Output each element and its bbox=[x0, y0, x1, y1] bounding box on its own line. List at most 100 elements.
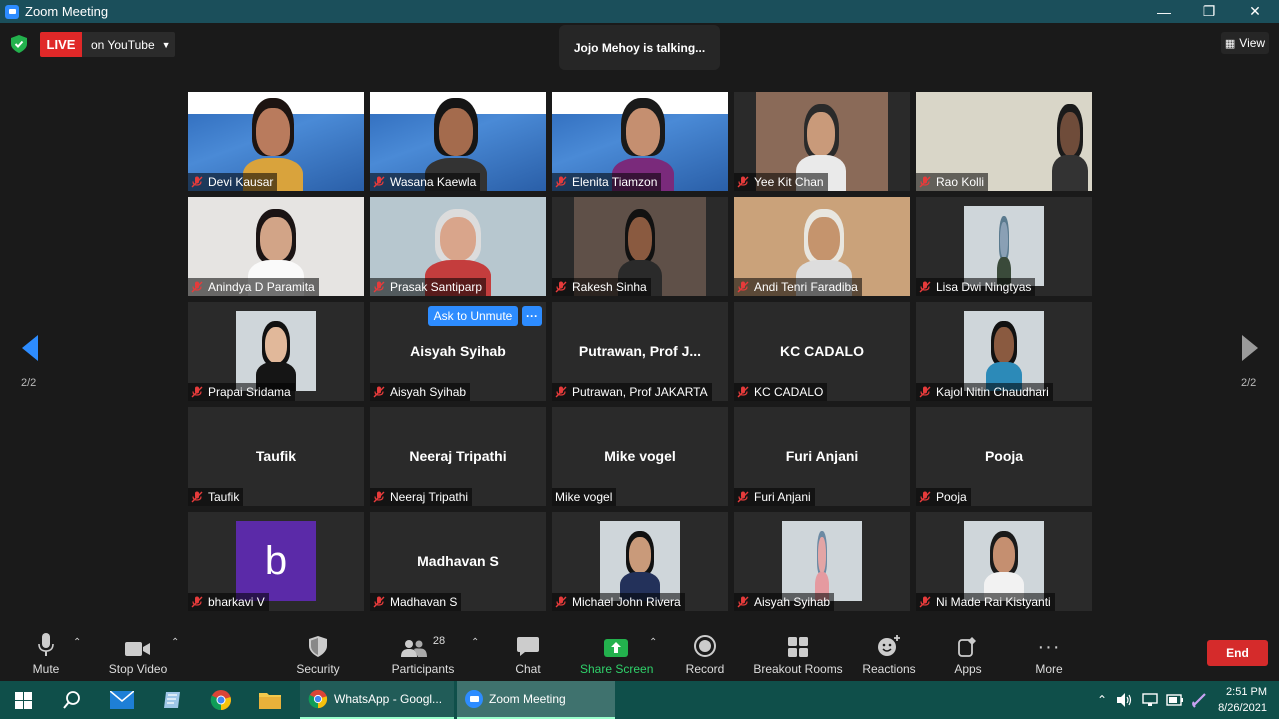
close-button[interactable]: ✕ bbox=[1232, 0, 1278, 23]
microphone-icon bbox=[38, 633, 54, 656]
file-explorer-icon[interactable] bbox=[246, 681, 294, 719]
share-options-chevron-icon[interactable]: ⌃ bbox=[649, 637, 657, 648]
window-titlebar: Zoom Meeting — ❐ ✕ bbox=[0, 0, 1279, 23]
maximize-button[interactable]: ❐ bbox=[1186, 0, 1232, 23]
avatar: b bbox=[236, 521, 316, 601]
participant-tile[interactable]: Lisa Dwi Ningtyas bbox=[916, 197, 1092, 296]
end-meeting-button[interactable]: End bbox=[1207, 640, 1268, 666]
participant-tile[interactable]: Kajol Nitin Chaudhari bbox=[916, 302, 1092, 401]
participants-button[interactable]: 28 Participants bbox=[390, 627, 456, 681]
participant-tile[interactable]: Prasak Santiparp bbox=[370, 197, 546, 296]
participant-tile[interactable]: Pooja Pooja bbox=[916, 407, 1092, 506]
participant-tile[interactable]: b bharkavi V bbox=[188, 512, 364, 611]
more-button[interactable]: ··· More bbox=[1030, 627, 1068, 681]
muted-microphone-icon bbox=[191, 596, 203, 608]
participant-name-label: Wasana Kaewla bbox=[370, 173, 481, 191]
participant-name: Rakesh Sinha bbox=[572, 280, 647, 294]
security-button[interactable]: Security bbox=[292, 627, 344, 681]
participant-name-label: Prasak Santiparp bbox=[370, 278, 487, 296]
mail-app-icon[interactable] bbox=[98, 681, 146, 719]
show-hidden-icons-chevron-icon[interactable]: ⌃ bbox=[1093, 681, 1111, 719]
battery-icon[interactable] bbox=[1164, 681, 1186, 719]
record-button[interactable]: Record bbox=[684, 627, 726, 681]
muted-microphone-icon bbox=[919, 596, 931, 608]
reactions-button[interactable]: Reactions bbox=[861, 627, 917, 681]
participant-tile[interactable]: Rao Kolli bbox=[916, 92, 1092, 191]
record-icon bbox=[694, 635, 716, 657]
encryption-shield-icon[interactable] bbox=[11, 35, 27, 53]
apps-button[interactable]: Apps bbox=[950, 627, 986, 681]
more-label: More bbox=[1035, 662, 1063, 676]
share-screen-icon bbox=[604, 639, 628, 657]
participant-video-feed bbox=[964, 521, 1044, 601]
grid-icon: ▦ bbox=[1224, 37, 1236, 50]
participant-name-label: Aisyah Syihab bbox=[734, 593, 835, 611]
chat-label: Chat bbox=[515, 662, 541, 676]
participant-display-name: Taufik bbox=[255, 448, 297, 464]
participant-tile[interactable]: Ni Made Rai Kistyanti bbox=[916, 512, 1092, 611]
participant-tile[interactable]: Taufik Taufik bbox=[188, 407, 364, 506]
network-icon[interactable] bbox=[1140, 681, 1160, 719]
participant-name: Furi Anjani bbox=[754, 490, 811, 504]
participant-tile[interactable]: Aisyah Syihab bbox=[734, 512, 910, 611]
taskbar-zoom-label: Zoom Meeting bbox=[489, 692, 566, 706]
muted-microphone-icon bbox=[191, 176, 203, 188]
search-icon[interactable] bbox=[48, 681, 96, 719]
participants-options-chevron-icon[interactable]: ⌃ bbox=[471, 637, 479, 648]
taskbar-whatsapp-window[interactable]: WhatsApp - Googl... bbox=[300, 681, 454, 719]
live-badge[interactable]: LIVE bbox=[40, 32, 82, 57]
participant-tile[interactable]: Andi Tenri Faradiba bbox=[734, 197, 910, 296]
participant-tile[interactable]: Devi Kausar bbox=[188, 92, 364, 191]
participant-name: Lisa Dwi Ningtyas bbox=[936, 280, 1032, 294]
participant-tile[interactable]: Putrawan, Prof J... Putrawan, Prof JAKART… bbox=[552, 302, 728, 401]
audio-options-chevron-icon[interactable]: ⌃ bbox=[73, 637, 81, 648]
stop-video-label: Stop Video bbox=[108, 662, 168, 676]
participant-tile[interactable]: Elenita Tiamzon bbox=[552, 92, 728, 191]
mute-button[interactable]: Mute bbox=[24, 627, 68, 681]
mute-label: Mute bbox=[32, 662, 60, 676]
participant-display-name: Pooja bbox=[984, 448, 1024, 464]
chat-button[interactable]: Chat bbox=[508, 627, 548, 681]
participants-label: Participants bbox=[391, 662, 455, 676]
live-stream-dropdown[interactable]: on YouTube ▼ bbox=[82, 32, 175, 57]
windows-start-icon[interactable] bbox=[0, 681, 46, 719]
video-camera-icon bbox=[125, 642, 150, 656]
participant-tile[interactable]: Prapai Sridama bbox=[188, 302, 364, 401]
participant-tile[interactable]: Furi Anjani Furi Anjani bbox=[734, 407, 910, 506]
previous-page-arrow-icon[interactable] bbox=[18, 333, 40, 363]
stop-video-button[interactable]: Stop Video bbox=[104, 627, 172, 681]
participant-tile[interactable]: Yee Kit Chan bbox=[734, 92, 910, 191]
participant-tile[interactable]: Anindya D Paramita bbox=[188, 197, 364, 296]
breakout-rooms-button[interactable]: Breakout Rooms bbox=[752, 627, 844, 681]
muted-microphone-icon bbox=[191, 491, 203, 503]
chrome-browser-icon[interactable] bbox=[197, 681, 245, 719]
speaker-volume-icon[interactable] bbox=[1115, 681, 1135, 719]
share-screen-button[interactable]: Share Screen bbox=[580, 627, 653, 681]
participant-name: Michael John Rivera bbox=[572, 595, 681, 609]
participant-tile[interactable]: Rakesh Sinha bbox=[552, 197, 728, 296]
next-page-arrow-icon[interactable] bbox=[1240, 333, 1262, 363]
muted-microphone-icon bbox=[919, 281, 931, 293]
ask-to-unmute-button[interactable]: Ask to Unmute bbox=[428, 306, 518, 326]
page-indicator-left: 2/2 bbox=[21, 377, 37, 389]
video-options-chevron-icon[interactable]: ⌃ bbox=[171, 637, 179, 648]
pen-workspace-icon[interactable] bbox=[1189, 681, 1209, 719]
participant-name-label: Andi Tenri Faradiba bbox=[734, 278, 862, 296]
participant-tile[interactable]: Wasana Kaewla bbox=[370, 92, 546, 191]
participant-name-label: Rao Kolli bbox=[916, 173, 989, 191]
notes-app-icon[interactable] bbox=[148, 681, 196, 719]
participant-name: Pooja bbox=[936, 490, 967, 504]
participant-name-label: Lisa Dwi Ningtyas bbox=[916, 278, 1036, 296]
participant-tile[interactable]: Michael John Rivera bbox=[552, 512, 728, 611]
participant-display-name: Furi Anjani bbox=[785, 448, 859, 464]
participant-tile[interactable]: KC CADALO KC CADALO bbox=[734, 302, 910, 401]
participant-tile[interactable]: Neeraj Tripathi Neeraj Tripathi bbox=[370, 407, 546, 506]
taskbar-zoom-window[interactable]: Zoom Meeting bbox=[457, 681, 615, 719]
participant-tile[interactable]: Madhavan S Madhavan S bbox=[370, 512, 546, 611]
participant-tile[interactable]: Mike vogel Mike vogel bbox=[552, 407, 728, 506]
muted-microphone-icon bbox=[373, 281, 385, 293]
system-clock[interactable]: 2:51 PM 8/26/2021 bbox=[1218, 684, 1267, 716]
tile-more-options-button[interactable]: ··· bbox=[522, 306, 542, 326]
minimize-button[interactable]: — bbox=[1141, 0, 1187, 23]
view-button[interactable]: ▦ View bbox=[1221, 32, 1269, 54]
